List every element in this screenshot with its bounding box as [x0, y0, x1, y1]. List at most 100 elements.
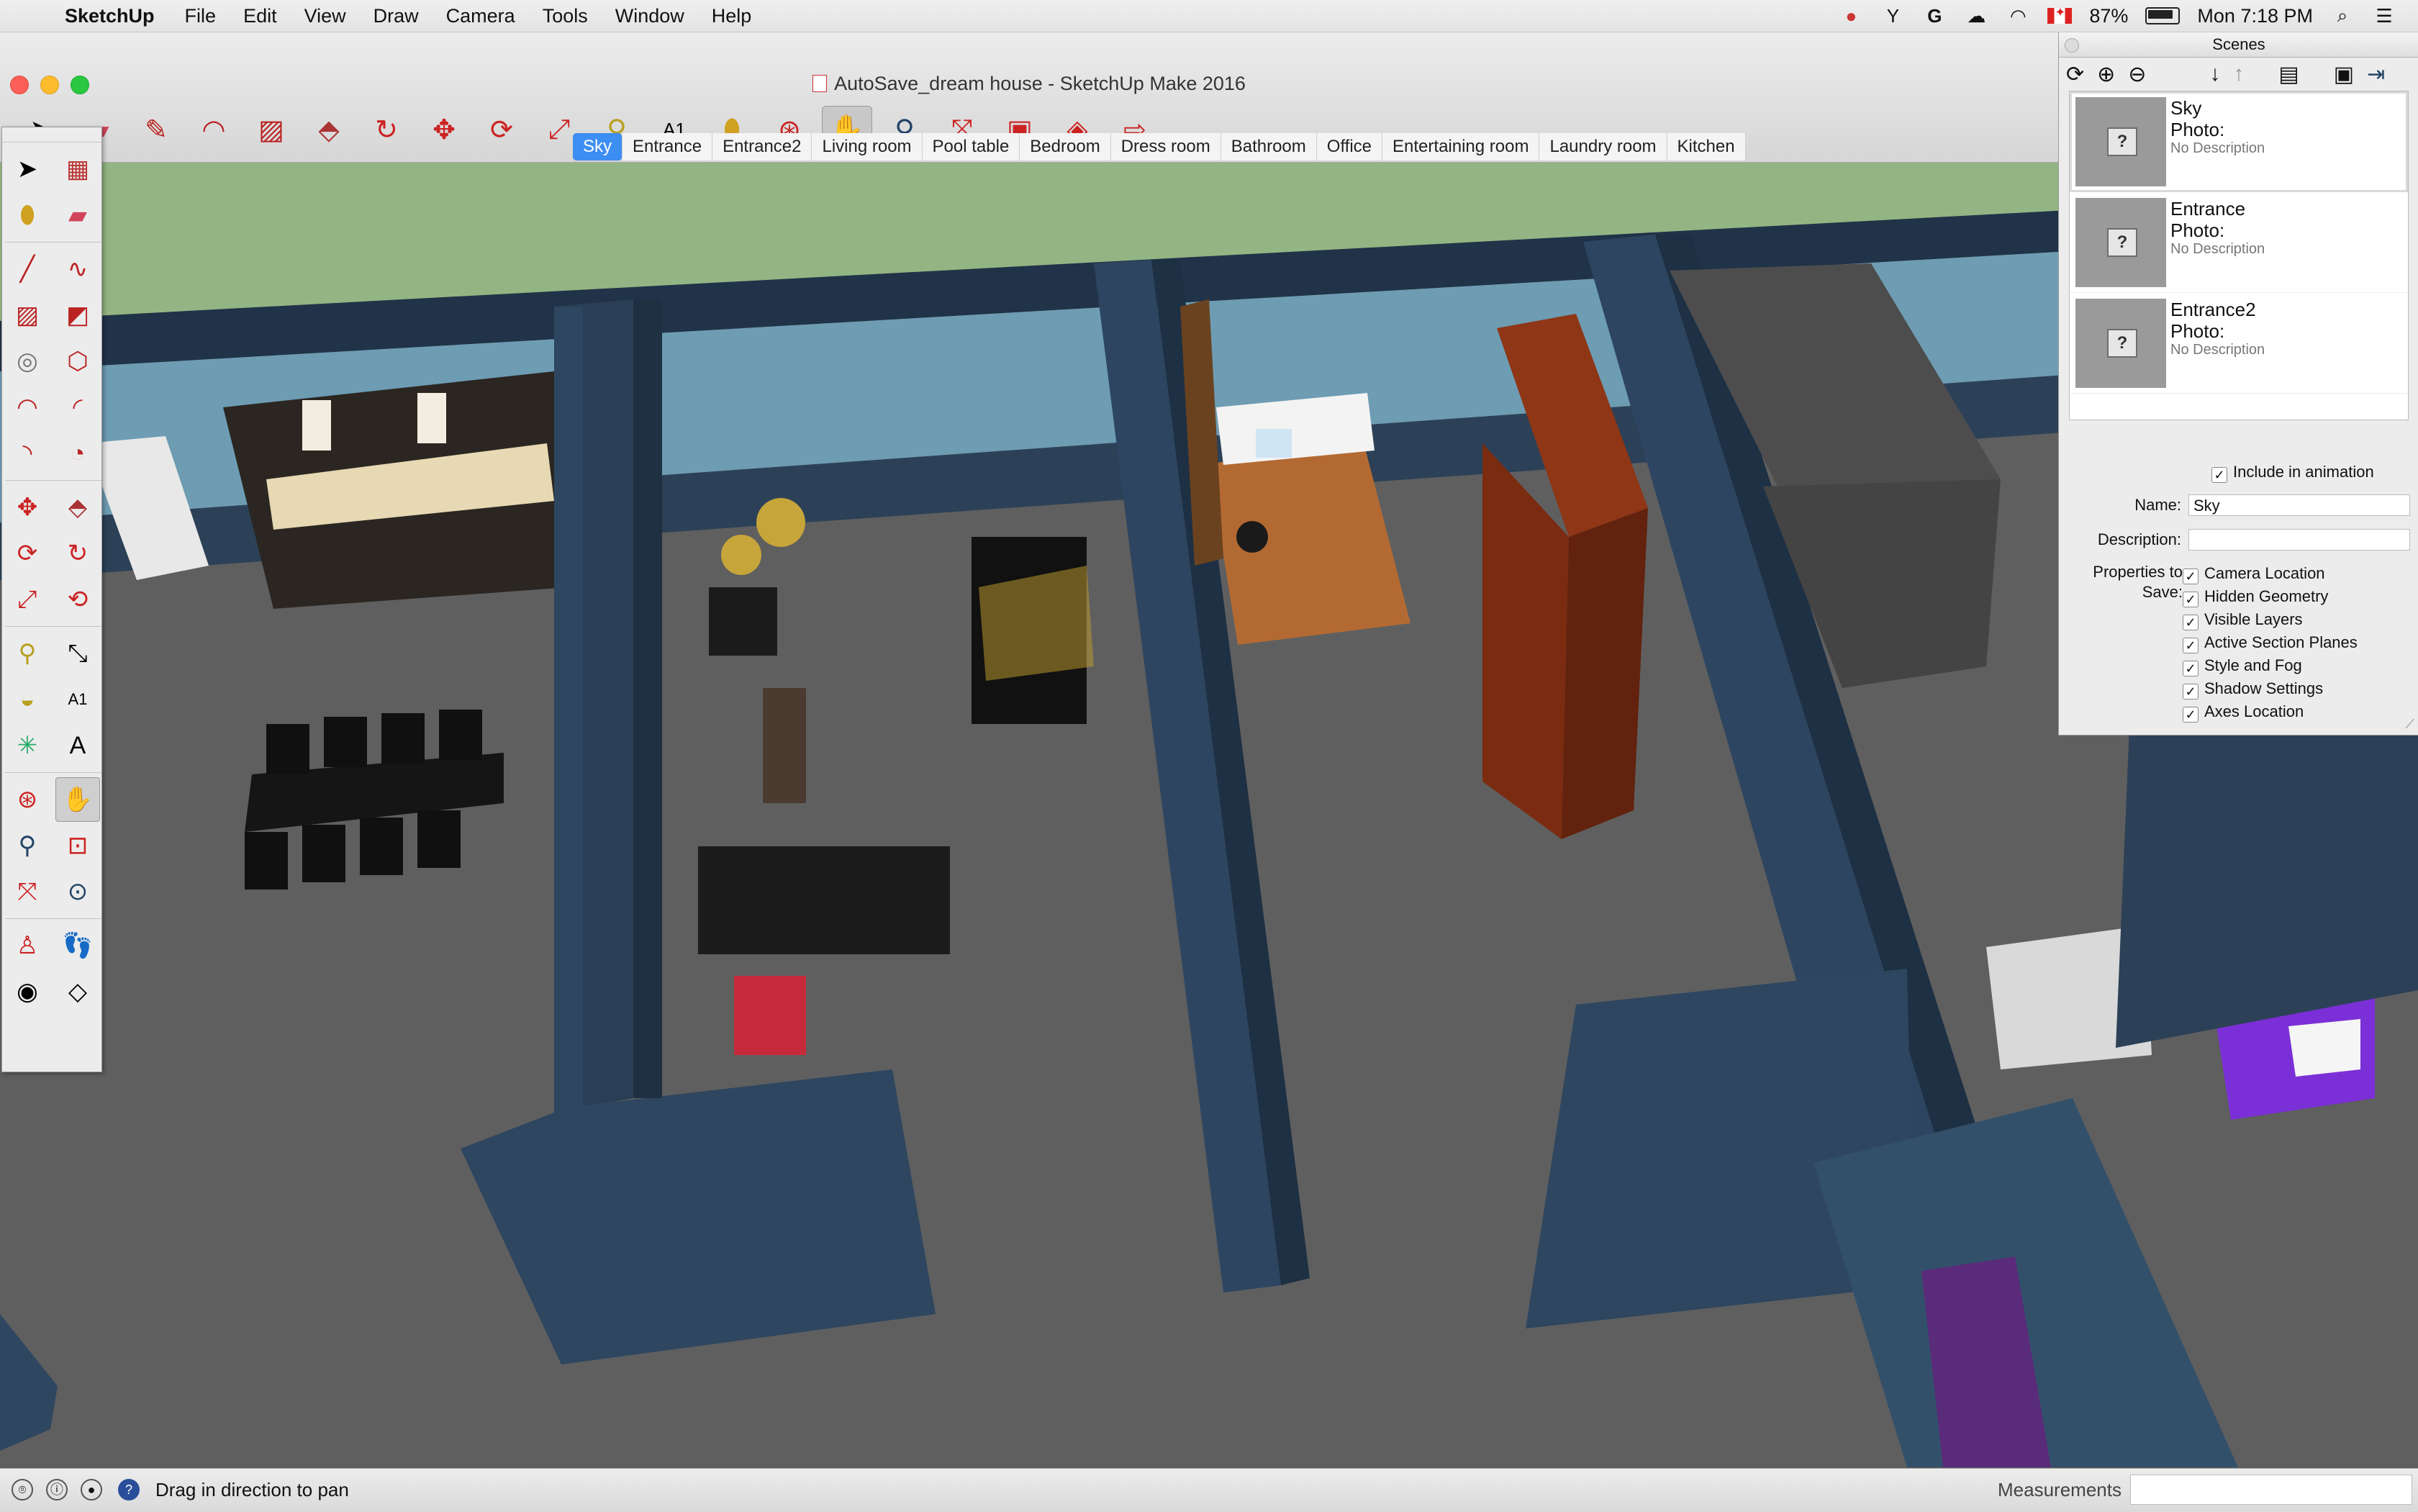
- push-pull-tool-icon[interactable]: ⬘: [304, 106, 354, 153]
- scene-tab-entertaining-room[interactable]: Entertaining room: [1382, 133, 1540, 160]
- credits-icon[interactable]: ⓘ: [46, 1479, 68, 1500]
- geo-location-icon[interactable]: ⌾: [12, 1479, 33, 1500]
- orbit-tool-icon[interactable]: ⊛: [5, 777, 50, 822]
- property-hidden-geometry[interactable]: ✓ Hidden Geometry: [2183, 585, 2358, 608]
- pie-tool-icon[interactable]: ◔: [55, 431, 100, 476]
- notification-app-icon[interactable]: ●: [1839, 5, 1863, 27]
- rotate-tool-icon[interactable]: ⟳: [476, 106, 527, 153]
- scene-tab-sky[interactable]: Sky: [573, 133, 623, 160]
- polygon-tool-icon[interactable]: ⬡: [55, 339, 100, 384]
- move-tool-icon[interactable]: ✥: [5, 485, 50, 530]
- two-point-arc-tool-icon[interactable]: ◜: [55, 385, 100, 430]
- menubar-clock[interactable]: Mon 7:18 PM: [2197, 5, 2313, 27]
- move-tool-icon[interactable]: ✥: [419, 106, 469, 153]
- battery-icon[interactable]: [2145, 7, 2181, 24]
- checkbox[interactable]: ✓: [2183, 638, 2199, 653]
- checkbox[interactable]: ✓: [2183, 569, 2199, 584]
- scene-description-input[interactable]: [2188, 529, 2410, 551]
- menu-tools[interactable]: Tools: [543, 5, 588, 27]
- scene-list-item-entrance[interactable]: ? Entrance Photo: No Description: [2070, 192, 2408, 293]
- axes-tool-icon[interactable]: ✳: [5, 723, 50, 768]
- zoom-tool-icon[interactable]: ⚲: [5, 823, 50, 868]
- dimension-tool-icon[interactable]: ⤡: [55, 631, 100, 676]
- notification-center-icon[interactable]: ☰: [2372, 5, 2396, 27]
- grammarly-icon[interactable]: G: [1922, 5, 1947, 27]
- section-plane-tool-icon[interactable]: ◇: [55, 969, 100, 1014]
- text-tool-icon[interactable]: A1: [55, 677, 100, 722]
- measurements-input[interactable]: [2130, 1475, 2412, 1505]
- property-camera-location[interactable]: ✓ Camera Location: [2183, 562, 2358, 585]
- circle-tool-icon[interactable]: ◎: [5, 339, 50, 384]
- zoom-window-tool-icon[interactable]: ⊡: [55, 823, 100, 868]
- walk-tool-icon[interactable]: 👣: [55, 923, 100, 968]
- input-source-flag-icon[interactable]: [2047, 5, 2073, 24]
- scene-tab-kitchen[interactable]: Kitchen: [1667, 133, 1746, 160]
- position-camera-tool-icon[interactable]: ♙: [5, 923, 50, 968]
- wifi-icon[interactable]: ◠: [2006, 5, 2030, 27]
- scene-list-item-sky[interactable]: ? Sky Photo: No Description: [2070, 91, 2408, 192]
- move-scene-down-icon[interactable]: ↓: [2209, 62, 2220, 86]
- palette-grip[interactable]: [2, 127, 101, 142]
- model-viewport[interactable]: [0, 163, 2418, 1467]
- property-visible-layers[interactable]: ✓ Visible Layers: [2183, 608, 2358, 631]
- property-shadow-settings[interactable]: ✓ Shadow Settings: [2183, 677, 2358, 700]
- close-panel-button[interactable]: [2065, 38, 2079, 53]
- select-tool-icon[interactable]: ➤: [5, 147, 50, 191]
- panel-resize-grip[interactable]: ⟋: [2405, 717, 2414, 732]
- menu-view[interactable]: View: [304, 5, 346, 27]
- scene-tab-office[interactable]: Office: [1316, 133, 1383, 160]
- scale-tool-icon[interactable]: ⤢: [5, 577, 50, 622]
- add-scene-icon[interactable]: ⊕: [2097, 62, 2115, 87]
- move-scene-up-icon[interactable]: ↑: [2233, 62, 2244, 86]
- menu-draw[interactable]: Draw: [373, 5, 419, 27]
- cloud-icon[interactable]: ☁: [1964, 5, 1988, 27]
- scene-tab-living-room[interactable]: Living room: [812, 133, 923, 160]
- previous-view-tool-icon[interactable]: ⊙: [55, 869, 100, 914]
- checkbox[interactable]: ✓: [2183, 615, 2199, 630]
- paint-bucket-tool-icon[interactable]: ⬮: [5, 193, 50, 237]
- pencil-tool-icon[interactable]: ✎: [131, 106, 181, 153]
- property-active-section-planes[interactable]: ✓ Active Section Planes: [2183, 631, 2358, 654]
- view-options-icon[interactable]: ▤: [2278, 62, 2299, 87]
- scene-tab-entrance2[interactable]: Entrance2: [712, 133, 812, 160]
- scene-list-item-entrance2[interactable]: ? Entrance2 Photo: No Description: [2070, 293, 2408, 394]
- checkbox[interactable]: ✓: [2183, 707, 2199, 723]
- line-tool-icon[interactable]: ╱: [5, 247, 50, 291]
- menu-help[interactable]: Help: [712, 5, 752, 27]
- freehand-tool-icon[interactable]: ∿: [55, 247, 100, 291]
- look-around-tool-icon[interactable]: ◉: [5, 969, 50, 1014]
- scene-tab-pool-table[interactable]: Pool table: [922, 133, 1020, 160]
- update-scene-icon[interactable]: ⟳: [2066, 62, 2084, 87]
- hide-details-icon[interactable]: ▣: [2334, 62, 2354, 87]
- pan-tool-icon[interactable]: ✋: [55, 777, 100, 822]
- three-point-arc-tool-icon[interactable]: ◝: [5, 431, 50, 476]
- menu-window[interactable]: Window: [615, 5, 684, 27]
- rotated-rectangle-tool-icon[interactable]: ◩: [55, 293, 100, 338]
- property-style-and-fog[interactable]: ✓ Style and Fog: [2183, 654, 2358, 677]
- tape-measure-tool-icon[interactable]: ⚲: [5, 631, 50, 676]
- follow-me-tool-icon[interactable]: ↻: [361, 106, 412, 153]
- eraser-tool-icon[interactable]: ▰: [55, 193, 100, 237]
- protractor-tool-icon[interactable]: ◒: [5, 677, 50, 722]
- user-account-icon[interactable]: ●: [81, 1479, 102, 1500]
- make-component-tool-icon[interactable]: ▦: [55, 147, 100, 191]
- follow-me-tool-icon[interactable]: ↻: [55, 531, 100, 576]
- arc-tool-icon[interactable]: ◠: [5, 385, 50, 430]
- scene-tab-bedroom[interactable]: Bedroom: [1020, 133, 1111, 160]
- panel-expand-icon[interactable]: ⇥: [2367, 62, 2385, 87]
- fork-icon[interactable]: Y: [1880, 5, 1905, 27]
- arc-tool-icon[interactable]: ◠: [189, 106, 239, 153]
- zoom-extents-tool-icon[interactable]: ⤧: [5, 869, 50, 914]
- rectangle-tool-icon[interactable]: ▨: [246, 106, 296, 153]
- include-in-animation-checkbox[interactable]: ✓: [2211, 467, 2227, 483]
- remove-scene-icon[interactable]: ⊖: [2128, 62, 2146, 87]
- scene-tab-laundry-room[interactable]: Laundry room: [1539, 133, 1667, 160]
- menu-app-name[interactable]: SketchUp: [65, 5, 155, 27]
- scene-tab-bathroom[interactable]: Bathroom: [1221, 133, 1317, 160]
- scene-tab-entrance[interactable]: Entrance: [622, 133, 713, 160]
- push-pull-tool-icon[interactable]: ⬘: [55, 485, 100, 530]
- 3d-text-tool-icon[interactable]: A: [55, 723, 100, 768]
- offset-tool-icon[interactable]: ⟲: [55, 577, 100, 622]
- scene-tab-dress-room[interactable]: Dress room: [1110, 133, 1221, 160]
- instructor-help-icon[interactable]: ?: [118, 1479, 140, 1500]
